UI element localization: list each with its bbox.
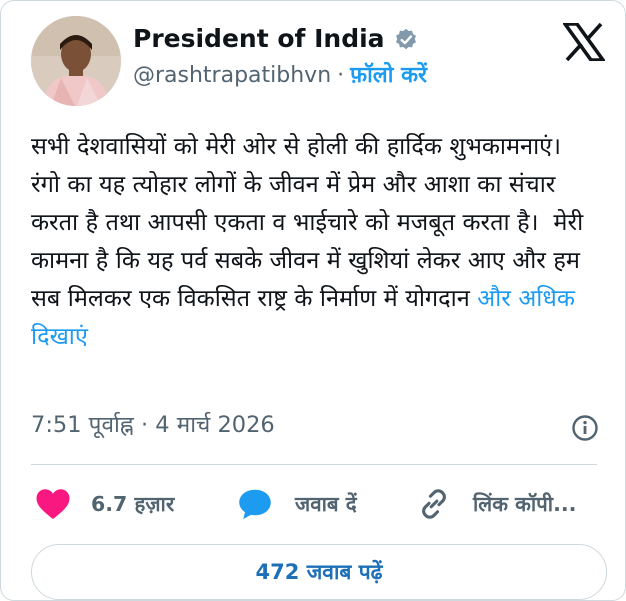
avatar[interactable]: [31, 16, 121, 106]
timestamp-separator: ·: [140, 412, 149, 438]
profile-photo-icon: [31, 16, 121, 106]
author-handle[interactable]: @rashtrapatibhvn: [133, 61, 331, 91]
follow-button[interactable]: फ़ॉलो करें: [350, 61, 427, 91]
copy-link-label: लिंक कॉपी...: [473, 492, 577, 516]
reply-label: जवाब दें: [295, 492, 357, 516]
copy-link-button[interactable]: लिंक कॉपी...: [417, 487, 576, 521]
tweet-card: President of India @rashtrapatibhvn · फ़…: [0, 0, 626, 601]
author-name[interactable]: President of India: [133, 23, 385, 55]
link-icon: [422, 489, 446, 519]
x-logo-icon[interactable]: [563, 23, 605, 61]
tweet-date: 4 मार्च 2026: [155, 412, 275, 438]
read-replies-button[interactable]: 472 जवाब पढ़ें: [31, 544, 607, 600]
tweet-timestamp[interactable]: 7:51 पूर्वाह्न · 4 मार्च 2026: [31, 409, 275, 441]
like-count: 6.7 हज़ार: [91, 492, 175, 516]
heart-icon: [36, 489, 70, 519]
reply-bubble-icon: [239, 489, 271, 519]
reply-button[interactable]: जवाब दें: [237, 487, 357, 521]
tweet-text: सभी देशवासियों को मेरी ओर से होली की हार…: [31, 127, 597, 355]
author-name-row: President of India: [133, 23, 419, 55]
tweet-time: 7:51 पूर्वाह्न: [31, 412, 134, 438]
info-icon[interactable]: [570, 413, 600, 443]
like-button[interactable]: 6.7 हज़ार: [35, 487, 174, 521]
handle-separator: ·: [337, 63, 345, 88]
read-replies-label: 472 जवाब पढ़ें: [255, 560, 383, 584]
verified-badge-icon: [395, 28, 416, 50]
author-handle-row: @rashtrapatibhvn · फ़ॉलो करें: [133, 61, 427, 91]
divider: [31, 464, 597, 465]
